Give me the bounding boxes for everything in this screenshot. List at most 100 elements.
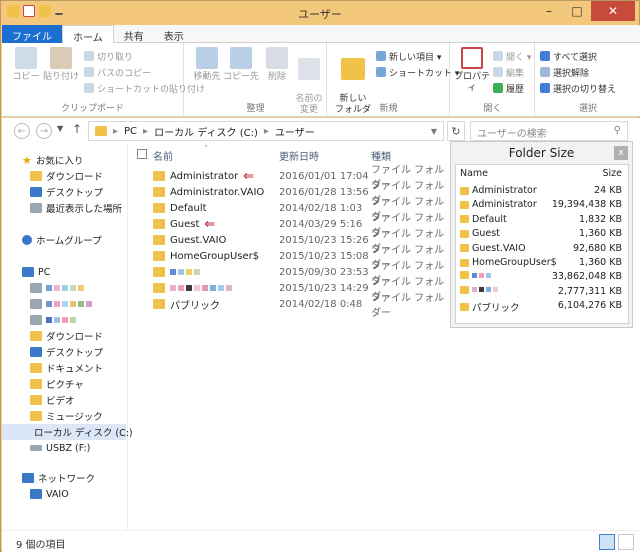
tab-file[interactable]: ファイル bbox=[2, 25, 62, 43]
search-input[interactable]: ユーザーの検索 ⚲ bbox=[470, 121, 628, 141]
list-item[interactable]: Administrator 24 KB bbox=[456, 185, 628, 199]
delete-button[interactable]: 削除 bbox=[259, 47, 295, 83]
folder-icon bbox=[30, 315, 42, 325]
folder-size-name: Administrator bbox=[460, 199, 537, 210]
cut-button[interactable]: 切り取り bbox=[84, 49, 133, 63]
nav-recent-places[interactable]: 最近表示した場所 bbox=[30, 200, 122, 216]
nav-pc-downloads[interactable]: ダウンロード bbox=[30, 328, 103, 344]
tab-home[interactable]: ホーム bbox=[62, 25, 114, 44]
minimize-button[interactable]: – bbox=[535, 1, 563, 21]
breadcrumb-pc[interactable]: PC bbox=[124, 126, 137, 137]
list-item[interactable]: HomeGroupUser$ 1,360 KB bbox=[456, 257, 628, 271]
folder-icon bbox=[153, 299, 165, 309]
nav-usb-drive[interactable]: USBZ (F:) bbox=[30, 440, 90, 456]
nav-favorites[interactable]: ★ お気に入り bbox=[22, 152, 83, 168]
computer-icon bbox=[30, 489, 42, 499]
move-icon bbox=[196, 47, 218, 69]
chevron-down-icon[interactable]: ▼ bbox=[431, 127, 437, 136]
nav-network[interactable]: ネットワーク bbox=[22, 470, 95, 486]
nav-vaio[interactable]: VAIO bbox=[30, 486, 69, 502]
nav-pc[interactable]: PC bbox=[22, 264, 50, 280]
address-bar[interactable]: ▸ PC ▸ ローカル ディスク (C:) ▸ ユーザー ▼ bbox=[88, 121, 444, 141]
invert-selection-button[interactable]: 選択の切り替え bbox=[540, 81, 616, 95]
copy-to-button[interactable]: コピー先 bbox=[223, 47, 259, 83]
list-item[interactable]: パブリック 6,104,276 KB bbox=[456, 300, 628, 314]
nav-documents[interactable]: ドキュメント bbox=[30, 360, 103, 376]
shortcut-icon bbox=[84, 83, 94, 93]
music-icon bbox=[30, 411, 42, 421]
list-item[interactable]: Guest 1,360 KB bbox=[456, 228, 628, 242]
up-button[interactable]: ↑ bbox=[72, 122, 82, 136]
column-header-name[interactable]: 名前 bbox=[153, 148, 173, 163]
breadcrumb-local-disk[interactable]: ローカル ディスク (C:) bbox=[154, 124, 258, 139]
folder-size-value: 24 KB bbox=[594, 185, 622, 196]
folder-size-value: 92,680 KB bbox=[572, 242, 622, 254]
tab-view[interactable]: 表示 bbox=[154, 25, 194, 43]
column-header-date[interactable]: 更新日時 bbox=[279, 148, 319, 163]
large-icons-view-button[interactable] bbox=[618, 534, 634, 550]
properties-button[interactable]: プロパティ bbox=[453, 47, 491, 94]
copy-button[interactable]: コピー bbox=[8, 47, 44, 83]
red-arrow-icon: ⇐ bbox=[204, 216, 216, 232]
redacted-label bbox=[472, 287, 498, 293]
paste-button[interactable]: 貼り付け bbox=[42, 47, 80, 83]
edit-button[interactable]: 編集 bbox=[493, 65, 524, 79]
nav-videos[interactable]: ビデオ bbox=[30, 392, 75, 408]
maximize-button[interactable]: □ bbox=[563, 1, 591, 21]
folder-size-name bbox=[460, 271, 491, 280]
back-button[interactable]: ← bbox=[14, 123, 30, 139]
clipboard-group: コピー 貼り付け 切り取り パスのコピー ショートカットの貼り付け クリップボー… bbox=[2, 43, 205, 117]
nav-redacted-folder-1[interactable] bbox=[30, 280, 84, 296]
list-item[interactable]: Guest.VAIO 92,680 KB bbox=[456, 243, 628, 257]
folder-size-col-size[interactable]: Size bbox=[602, 168, 622, 179]
breadcrumb-users[interactable]: ユーザー bbox=[275, 124, 315, 139]
select-all-checkbox[interactable] bbox=[137, 149, 147, 159]
folder-icon bbox=[460, 215, 469, 224]
folder-size-close-button[interactable]: x bbox=[614, 146, 628, 160]
details-view-button[interactable] bbox=[599, 534, 615, 550]
select-group: すべて選択 選択解除 選択の切り替え 選択 bbox=[536, 43, 640, 117]
new-folder-button[interactable]: 新しい フォルダー bbox=[332, 47, 374, 127]
tab-share[interactable]: 共有 bbox=[114, 25, 154, 43]
list-item[interactable]: 33,862,048 KB bbox=[456, 271, 628, 285]
easy-access-button[interactable]: ショートカット ▾ bbox=[376, 65, 459, 79]
select-none-button[interactable]: 選択解除 bbox=[540, 65, 589, 79]
folder-size-name-label: Guest bbox=[472, 228, 500, 240]
column-header-type[interactable]: 種類 bbox=[371, 148, 391, 163]
history-button[interactable]: 履歴 bbox=[493, 81, 524, 95]
nav-redacted-folder-3[interactable] bbox=[30, 312, 76, 328]
new-item-icon bbox=[376, 51, 386, 61]
folder-icon bbox=[30, 283, 42, 293]
redacted-label bbox=[472, 272, 491, 278]
folder-size-col-name[interactable]: Name bbox=[460, 168, 488, 179]
nav-music[interactable]: ミュージック bbox=[30, 408, 103, 424]
forward-button[interactable]: → bbox=[36, 123, 52, 139]
list-item[interactable]: Administrator 19,394,438 KB bbox=[456, 199, 628, 213]
move-to-button[interactable]: 移動先 bbox=[189, 47, 225, 83]
table-row[interactable]: パブリック 2014/02/18 0:48 ファイル フォルダー bbox=[129, 293, 449, 319]
copy-path-button[interactable]: パスのコピー bbox=[84, 65, 151, 79]
redacted-label bbox=[46, 301, 92, 307]
nav-redacted-folder-2[interactable] bbox=[30, 296, 92, 312]
copy-icon bbox=[15, 47, 37, 69]
select-all-button[interactable]: すべて選択 bbox=[540, 49, 597, 63]
breadcrumb-separator-icon: ▸ bbox=[143, 125, 149, 137]
nav-local-disk[interactable]: ローカル ディスク (C:) bbox=[2, 424, 133, 440]
sort-ascending-icon: ⌃ bbox=[203, 144, 209, 152]
recent-locations-icon[interactable]: ▼ bbox=[57, 124, 63, 133]
folder-icon bbox=[153, 235, 165, 245]
new-item-button[interactable]: 新しい項目 ▾ bbox=[376, 49, 441, 63]
nav-pc-desktop[interactable]: デスクトップ bbox=[30, 344, 103, 360]
folder-icon bbox=[153, 203, 165, 213]
nav-pictures[interactable]: ピクチャ bbox=[30, 376, 84, 392]
folder-size-value: 1,360 KB bbox=[579, 228, 622, 240]
path-icon bbox=[84, 67, 94, 77]
nav-homegroup[interactable]: ホームグループ bbox=[22, 232, 102, 248]
nav-desktop[interactable]: デスクトップ bbox=[30, 184, 103, 200]
list-item[interactable]: Default 1,832 KB bbox=[456, 214, 628, 228]
refresh-button[interactable]: ↻ bbox=[447, 121, 465, 141]
close-button[interactable]: ✕ bbox=[591, 1, 635, 21]
open-button[interactable]: 開く ▾ bbox=[493, 49, 531, 63]
list-item[interactable]: 2,777,311 KB bbox=[456, 285, 628, 300]
nav-downloads[interactable]: ダウンロード bbox=[30, 168, 103, 184]
